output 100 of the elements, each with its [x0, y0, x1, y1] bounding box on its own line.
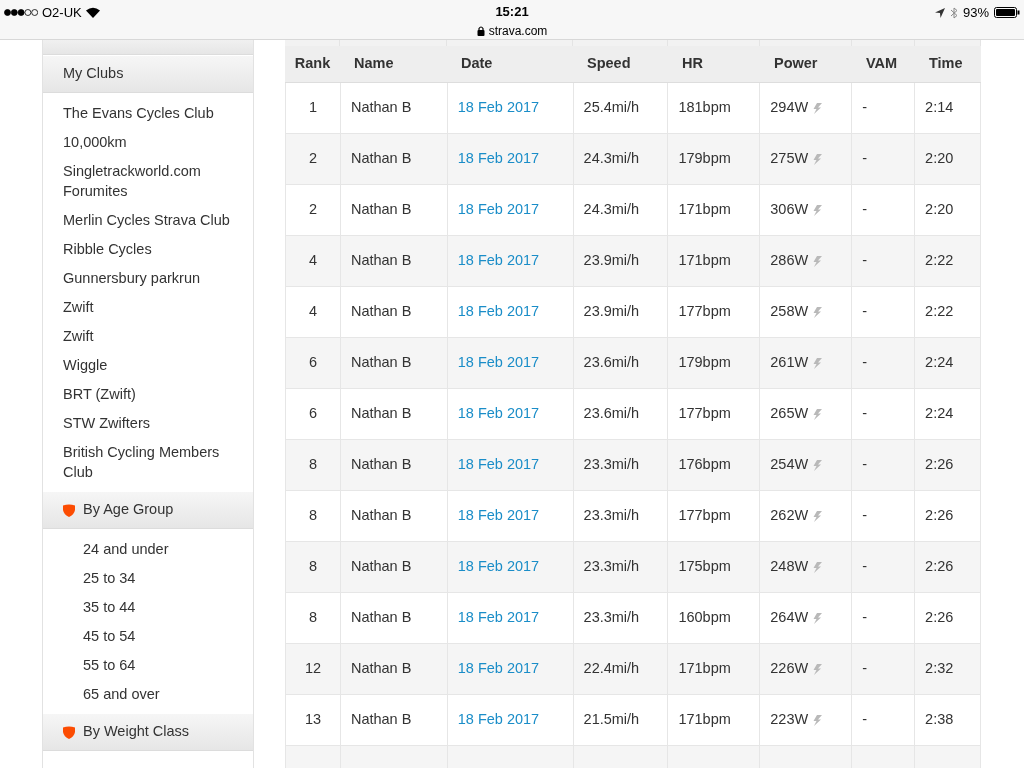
rank-cell-text: 2 — [308, 200, 317, 220]
rank-cell-text: 8 — [308, 557, 317, 577]
lightning-icon — [813, 612, 823, 624]
carrier-name: O2-UK — [42, 4, 82, 22]
lightning-icon — [813, 153, 823, 165]
speed-cell-text: 23.3mi/h — [583, 608, 640, 628]
hr-cell-text: 175bpm — [678, 557, 731, 577]
section-header[interactable]: By Age Group — [43, 492, 253, 529]
club-link[interactable]: Zwift — [63, 321, 233, 350]
date-link[interactable]: 18 Feb 2017 — [457, 199, 540, 221]
club-link[interactable]: Zwift — [63, 292, 233, 321]
date-link[interactable]: 18 Feb 2017 — [457, 97, 540, 119]
club-link[interactable]: 25 to 34 — [83, 563, 253, 592]
name-cell-text: Nathan B — [350, 608, 412, 628]
url-text[interactable]: strava.com — [488, 21, 548, 40]
speed-cell-text: 21.5mi/h — [583, 710, 640, 730]
rank-cell-text: 8 — [308, 608, 317, 628]
club-link[interactable]: 35 to 44 — [83, 592, 253, 621]
hr-cell-text: 171bpm — [678, 710, 731, 730]
column-header[interactable]: Rank — [294, 53, 331, 75]
club-link[interactable]: Merlin Cycles Strava Club — [63, 205, 233, 234]
lightning-icon — [813, 306, 823, 318]
rank-cell-text: 1 — [308, 98, 317, 118]
rank-cell-text: 4 — [308, 302, 317, 322]
name-cell-text: Nathan B — [350, 98, 412, 118]
time-cell-text: 2:26 — [925, 455, 954, 475]
name-cell-text: Nathan B — [350, 353, 412, 373]
column-header[interactable]: VAM — [866, 53, 898, 75]
time-cell-text: 2:24 — [925, 353, 954, 373]
club-link[interactable]: The Evans Cycles Club — [63, 98, 233, 127]
club-link[interactable]: 24 and under — [83, 534, 253, 563]
section-header[interactable]: By Weight Class — [43, 714, 253, 751]
column-header[interactable]: HR — [682, 53, 703, 75]
date-link[interactable]: 18 Feb 2017 — [457, 607, 540, 629]
date-link[interactable]: 18 Feb 2017 — [457, 505, 540, 527]
section-header[interactable]: My Clubs — [43, 56, 253, 93]
speed-cell-text: 23.9mi/h — [583, 251, 640, 271]
lightning-icon — [813, 204, 823, 216]
hr-cell-text: 177bpm — [678, 404, 731, 424]
name-cell-text: Nathan B — [350, 710, 412, 730]
hr-cell-text: 181bpm — [678, 98, 731, 118]
hr-cell-text: 176bpm — [678, 455, 731, 475]
club-link[interactable]: Ribble Cycles — [63, 234, 233, 263]
rank-cell-text: 12 — [304, 659, 321, 679]
club-link[interactable]: 55 to 64 — [83, 650, 253, 679]
lightning-icon — [813, 255, 823, 267]
column-header[interactable]: Name — [354, 53, 394, 75]
speed-cell-text: 25.4mi/h — [583, 98, 640, 118]
club-link[interactable]: 65 and over — [83, 679, 253, 708]
speed-cell-text: 23.6mi/h — [583, 353, 640, 373]
speed-cell-text: 23.9mi/h — [583, 302, 640, 322]
speed-cell-text: 22.4mi/h — [583, 659, 640, 679]
club-link[interactable]: 45 to 54 — [83, 621, 253, 650]
vam-cell-text: - — [862, 200, 867, 220]
time-cell-text: 2:26 — [925, 506, 954, 526]
time-cell-text: 2:26 — [925, 557, 954, 577]
power-cell-text: 254W — [770, 455, 809, 475]
lightning-icon — [813, 714, 823, 726]
lightning-icon — [813, 408, 823, 420]
column-header[interactable]: Power — [774, 53, 818, 75]
date-link[interactable]: 18 Feb 2017 — [457, 403, 540, 425]
power-cell-text: 264W — [770, 608, 809, 628]
power-cell-text: 226W — [770, 659, 809, 679]
hr-cell-text: 177bpm — [678, 302, 731, 322]
club-link[interactable]: Wiggle — [63, 350, 233, 379]
club-link[interactable]: STW Zwifters — [63, 408, 233, 437]
shield-icon — [63, 503, 75, 517]
hr-cell-text: 160bpm — [678, 608, 731, 628]
time-cell-text: 2:38 — [925, 710, 954, 730]
vam-cell-text: - — [862, 710, 867, 730]
vam-cell-text: - — [862, 557, 867, 577]
hr-cell-text: 179bpm — [678, 353, 731, 373]
column-header[interactable]: Date — [461, 53, 493, 75]
date-link[interactable]: 18 Feb 2017 — [457, 709, 540, 731]
vam-cell-text: - — [862, 659, 867, 679]
club-link[interactable]: Singletrackworld.com Forumites — [63, 156, 233, 205]
column-header[interactable]: Time — [929, 53, 963, 75]
club-link[interactable]: BRT (Zwift) — [63, 379, 233, 408]
vam-cell-text: - — [862, 506, 867, 526]
hr-cell-text: 179bpm — [678, 149, 731, 169]
speed-cell-text: 23.3mi/h — [583, 557, 640, 577]
date-link[interactable]: 18 Feb 2017 — [457, 301, 540, 323]
hr-cell-text: 177bpm — [678, 506, 731, 526]
signal-icon — [4, 9, 38, 17]
power-cell-text: 286W — [770, 251, 809, 271]
time-cell-text: 2:26 — [925, 608, 954, 628]
hr-cell-text: 171bpm — [678, 200, 731, 220]
power-cell-text: 248W — [770, 557, 809, 577]
name-cell-text: Nathan B — [350, 200, 412, 220]
speed-cell-text: 24.3mi/h — [583, 200, 640, 220]
club-link[interactable]: 10,000km — [63, 127, 233, 156]
power-cell-text: 258W — [770, 302, 809, 322]
vam-cell-text: - — [862, 404, 867, 424]
battery-percent: 93% — [962, 4, 989, 22]
vam-cell-text: - — [862, 98, 867, 118]
hr-cell-text: 171bpm — [678, 251, 731, 271]
club-link[interactable]: British Cycling Members Club — [63, 437, 233, 486]
column-header[interactable]: Speed — [587, 53, 631, 75]
club-link[interactable]: Gunnersbury parkrun — [63, 263, 233, 292]
name-cell-text: Nathan B — [350, 302, 412, 322]
